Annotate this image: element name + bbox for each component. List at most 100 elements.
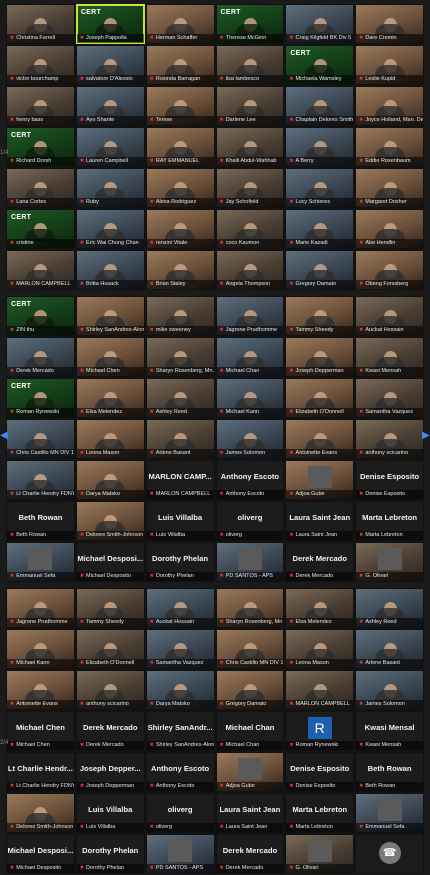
participant-tile[interactable]: ✖ Gregory Damato xyxy=(285,250,355,290)
participant-tile[interactable]: ✖ G. Olivari xyxy=(355,542,424,582)
participant-tile[interactable]: Derek Mercado ✖ Derek Mercado xyxy=(215,834,285,874)
participant-tile[interactable]: ✖ mike sweeney xyxy=(145,296,215,336)
participant-tile[interactable]: ✖ Samantha Vazquez xyxy=(355,378,424,418)
participant-tile[interactable]: ✖ renzini Vitale xyxy=(145,209,215,249)
participant-tile[interactable]: CERT ✖ Michaela Wamsley xyxy=(285,45,355,85)
participant-tile[interactable]: Anthony Escoto ✖ Anthony Escoto xyxy=(145,752,215,792)
participant-tile[interactable]: CERT ✖ Richard Dorsh xyxy=(6,127,75,167)
participant-tile[interactable]: ✖ Rosinda Barragan xyxy=(145,45,215,85)
participant-tile[interactable]: ✖ James Solomon xyxy=(355,670,424,710)
participant-tile[interactable]: ✖ MARLON CAMPBELL xyxy=(6,250,75,290)
participant-tile[interactable]: Derek Mercado ✖ Derek Mercado xyxy=(285,542,355,582)
participant-tile[interactable]: ✖ Kwasi Mensah xyxy=(355,337,424,377)
participant-tile[interactable]: Michael Desposi... ✖ Michael Desposito xyxy=(6,834,75,874)
participant-tile[interactable]: Marta Lebreton ✖ Marta Lebreton xyxy=(285,793,355,833)
participant-tile[interactable]: ✖ Eric Wai Chung Chan xyxy=(75,209,145,249)
participant-tile[interactable]: Laura Saint Jean ✖ Laura Saint Jean xyxy=(285,501,355,541)
participant-tile[interactable]: ✖ Brian Staley xyxy=(145,250,215,290)
participant-tile[interactable]: ✖ Khalil Abdul-Wahhab xyxy=(215,127,285,167)
participant-tile[interactable]: ✖ PD SANTOS - APS xyxy=(145,834,215,874)
participant-tile[interactable]: ✖ Herman Schaffer xyxy=(145,4,215,44)
participant-tile[interactable]: ✖ Ashley Reed xyxy=(145,378,215,418)
participant-tile[interactable]: ✖ Lt Charlie Hendry FDNY xyxy=(6,460,75,500)
participant-tile[interactable]: ✖ Samantha Vazquez xyxy=(145,629,215,669)
participant-tile[interactable]: CERT ✖ cristine xyxy=(6,209,75,249)
participant-tile[interactable]: ✖ Delores Smith-Johnson xyxy=(6,793,75,833)
participant-tile[interactable]: ✖ Elsa Melendez xyxy=(75,378,145,418)
participant-tile[interactable]: ✖ Leslie Kupid xyxy=(355,45,424,85)
participant-tile[interactable]: oliverg ✖ oliverg xyxy=(215,501,285,541)
participant-tile[interactable]: ✖ Shirley SanAndres-Alon... xyxy=(75,296,145,336)
participant-tile[interactable]: ✖ RAY EMMANUEL xyxy=(145,127,215,167)
participant-tile[interactable]: ✖ anthony scicarino xyxy=(355,419,424,459)
participant-tile[interactable]: ✖ Lauren Campbell xyxy=(75,127,145,167)
participant-tile[interactable]: ✖ Antoinette Evans xyxy=(285,419,355,459)
participant-tile[interactable]: ✖ Terese xyxy=(145,86,215,126)
participant-tile[interactable]: R ✖ Roman Rynewski xyxy=(285,711,355,751)
participant-tile[interactable]: ✖ Tammy Sheedy xyxy=(75,588,145,628)
participant-tile[interactable]: ✖ Christina Farrell xyxy=(6,4,75,44)
participant-tile[interactable]: Michael Desposi... ✖ Michael Desposito xyxy=(75,542,145,582)
participant-tile[interactable]: ✖ Delores Smith-Johnson xyxy=(75,501,145,541)
participant-tile[interactable]: ✖ coco Kaumon xyxy=(215,209,285,249)
participant-tile[interactable]: ✖ Obeng Forssberg xyxy=(355,250,424,290)
participant-tile[interactable]: Michael Chen ✖ Michael Chen xyxy=(6,711,75,751)
participant-tile[interactable]: ✖ Derek Mercado xyxy=(6,337,75,377)
participant-tile[interactable]: ✖ Antoinette Evans xyxy=(6,670,75,710)
participant-tile[interactable]: ✖ anthony scicarino xyxy=(75,670,145,710)
participant-tile[interactable]: Anthony Escoto ✖ Anthony Escoto xyxy=(215,460,285,500)
participant-tile[interactable]: ☎ xyxy=(355,834,424,874)
participant-tile[interactable]: MARLON CAMP... ✖ MARLON CAMPBELL xyxy=(145,460,215,500)
participant-tile[interactable]: ✖ Arlene Basant xyxy=(355,629,424,669)
participant-tile[interactable]: ✖ Lana Cortes xyxy=(6,168,75,208)
participant-tile[interactable]: ✖ Adjoa Gube xyxy=(215,752,285,792)
participant-tile[interactable]: Marta Lebreton ✖ Marta Lebreton xyxy=(355,501,424,541)
next-page-icon[interactable]: ▶ xyxy=(422,430,430,441)
participant-tile[interactable]: ✖ Emmanuel Sefa xyxy=(355,793,424,833)
participant-tile[interactable]: ✖ Sharyn Rosenberg, Mn... xyxy=(215,588,285,628)
participant-tile[interactable]: ✖ Lucy Schieres xyxy=(285,168,355,208)
participant-tile[interactable]: Beth Rowan ✖ Beth Rowan xyxy=(6,501,75,541)
participant-tile[interactable]: ✖ Ayo Shante xyxy=(75,86,145,126)
participant-tile[interactable]: Denise Esposito ✖ Denise Esposito xyxy=(355,460,424,500)
participant-tile[interactable]: ✖ James Solomon xyxy=(215,419,285,459)
participant-tile[interactable]: ✖ A Berry xyxy=(285,127,355,167)
participant-tile[interactable]: ✖ G. Olivari xyxy=(285,834,355,874)
participant-tile[interactable]: ✖ Chaplain Delores Smith... xyxy=(285,86,355,126)
participant-tile[interactable]: Lt Charlie Hendr... ✖ Lt Charlie Hendry FD… xyxy=(6,752,75,792)
participant-tile[interactable]: CERT ✖ Roman Rynewski xyxy=(6,378,75,418)
participant-tile[interactable]: ✖ Angela Thompson xyxy=(215,250,285,290)
participant-tile[interactable]: Denise Esposito ✖ Denise Esposito xyxy=(285,752,355,792)
participant-tile[interactable]: Shirley SanAndr... ✖ Shirley SanAndres-Alo… xyxy=(145,711,215,751)
participant-tile[interactable]: CERT ✖ Therese McGinn xyxy=(215,4,285,44)
participant-tile[interactable]: ✖ Leona Mason xyxy=(75,419,145,459)
participant-tile[interactable]: ✖ PD SANTOS - APS xyxy=(215,542,285,582)
participant-tile[interactable]: ✖ Auckat Hossain xyxy=(145,588,215,628)
participant-tile[interactable]: ✖ Ruby xyxy=(75,168,145,208)
participant-tile[interactable]: ✖ Alexa Rodriguez xyxy=(145,168,215,208)
participant-tile[interactable]: ✖ Jagrone Prudhomme xyxy=(6,588,75,628)
participant-tile[interactable]: Dorothy Phelan ✖ Dorothy Phelan xyxy=(75,834,145,874)
participant-tile[interactable]: Derek Mercado ✖ Derek Mercado xyxy=(75,711,145,751)
participant-tile[interactable]: ✖ Emmanuel Sefa xyxy=(6,542,75,582)
participant-tile[interactable]: ✖ Sharyn Rosenberg, Mn... xyxy=(145,337,215,377)
participant-tile[interactable]: ✖ Joyce Holland, Man. De... xyxy=(355,86,424,126)
participant-tile[interactable]: ✖ Chris Castillo MN DIV 1... xyxy=(6,419,75,459)
participant-tile[interactable]: ✖ Jagrone Prudhomme xyxy=(215,296,285,336)
participant-tile[interactable]: ✖ Dare Cremin xyxy=(355,4,424,44)
participant-tile[interactable]: Luis Villalba ✖ Luis Villalba xyxy=(75,793,145,833)
participant-tile[interactable]: Laura Saint Jean ✖ Laura Saint Jean xyxy=(215,793,285,833)
participant-tile[interactable]: ✖ Ashley Reed xyxy=(355,588,424,628)
participant-tile[interactable]: CERT ✖ ZIN thu xyxy=(6,296,75,336)
participant-tile[interactable]: ✖ Darya Matsko xyxy=(145,670,215,710)
participant-tile[interactable]: ✖ salvatore D'Alessio xyxy=(75,45,145,85)
participant-tile[interactable]: ✖ Michael Chan xyxy=(215,337,285,377)
participant-tile[interactable]: CERT ✖ Joseph Pappolla xyxy=(75,4,145,44)
participant-tile[interactable]: oliverg ✖ oliverg xyxy=(145,793,215,833)
participant-tile[interactable]: ✖ lisa lambesco xyxy=(215,45,285,85)
participant-tile[interactable]: ✖ Tammy Sheedy xyxy=(285,296,355,336)
participant-tile[interactable]: Beth Rowan ✖ Beth Rowan xyxy=(355,752,424,792)
participant-tile[interactable]: ✖ Gregory Damato xyxy=(215,670,285,710)
participant-tile[interactable]: ✖ Arlene Basant xyxy=(145,419,215,459)
participant-tile[interactable]: ✖ Michael Chen xyxy=(75,337,145,377)
